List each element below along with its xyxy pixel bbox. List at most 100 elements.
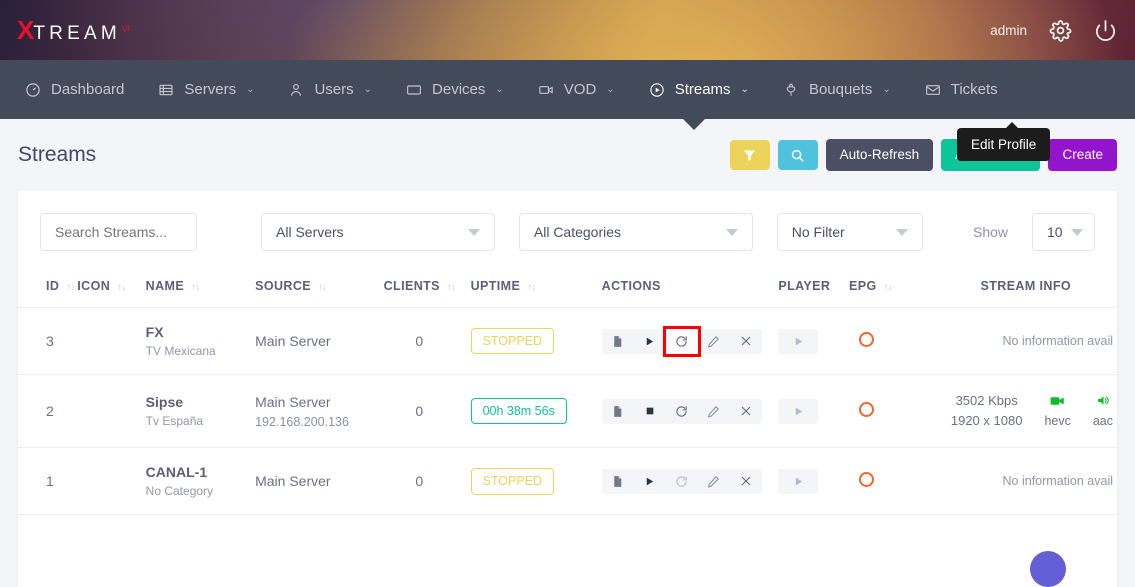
search-button[interactable] [778,140,818,170]
play-icon[interactable] [634,469,666,494]
admin-username-label[interactable]: admin [990,23,1027,38]
nav-label-users: Users [314,81,353,98]
th-label-clients: CLIENTS [384,279,440,293]
nav-item-users[interactable]: Users ⌄ [271,60,389,119]
stop-icon[interactable] [634,399,666,424]
file-icon[interactable] [602,399,634,424]
nav-item-bouquets[interactable]: Bouquets ⌄ [766,60,908,119]
scroll-top-fab[interactable] [1030,551,1066,587]
nav-label-vod: VOD [564,81,597,98]
source-ip: 192.168.200.136 [255,415,368,429]
filter-clear-button[interactable] [730,140,770,170]
cell-actions [602,375,779,448]
play-icon[interactable] [778,399,818,424]
cell-stream-info: 3502 Kbps1920 x 1080hevcaac [935,375,1117,448]
status-filter-select[interactable]: No Filter [777,213,923,251]
epg-status-circle-icon[interactable] [859,472,874,487]
file-icon[interactable] [602,329,634,354]
categories-select[interactable]: All Categories [519,213,753,251]
restart-icon[interactable] [666,329,698,354]
th-actions: ACTIONS [602,271,779,308]
play-icon[interactable] [778,329,818,354]
sort-toggle-icon[interactable]: ↑↓ [318,282,326,293]
table-row: 3FXTV MexicanaMain Server0STOPPEDNo info… [18,308,1117,375]
status-filter-value: No Filter [792,224,845,240]
nav-item-servers[interactable]: Servers ⌄ [141,60,271,119]
player-button-group [778,469,818,494]
stream-category: Tv España [146,414,255,428]
stream-name: CANAL-1 [146,464,255,480]
top-header-bar: X TREAM UI admin [0,0,1135,60]
player-button-group [778,399,818,424]
nav-item-streams[interactable]: Streams ⌄ [632,60,766,119]
header-right-controls: admin [990,19,1117,42]
servers-select[interactable]: All Servers [261,213,495,251]
th-label-stream-info: STREAM INFO [981,279,1072,293]
nav-item-vod[interactable]: VOD ⌄ [521,60,632,119]
source-server: Main Server [255,473,368,489]
epg-status-circle-icon[interactable] [859,402,874,417]
cell-clients: 0 [368,308,471,375]
file-icon[interactable] [602,469,634,494]
streams-table: ID↑↓ ICON↑↓ NAME↑↓ SOURCE↑↓ CLIENTS↑↓ UP… [18,271,1117,515]
nav-label-tickets: Tickets [951,81,998,98]
status-badge: STOPPED [471,328,555,355]
bouquets-icon [783,82,800,98]
search-input[interactable] [40,213,197,251]
source-server: Main Server [255,394,368,410]
th-player: PLAYER [778,271,849,308]
cell-uptime: STOPPED [471,448,602,515]
page-title: Streams [18,143,96,167]
action-button-group [602,329,762,354]
th-uptime: UPTIME↑↓ [471,271,602,308]
sort-toggle-icon[interactable]: ↑↓ [527,282,535,293]
chevron-down-icon: ⌄ [495,84,503,95]
play-icon[interactable] [634,329,666,354]
audio-codec-block: aac [1093,394,1113,428]
edit-pencil-icon[interactable] [698,329,730,354]
restart-icon[interactable] [666,399,698,424]
nav-item-tickets[interactable]: Tickets [908,60,1015,119]
gear-icon[interactable] [1049,19,1072,42]
chevron-down-icon: ⌄ [246,84,254,95]
nav-label-dashboard: Dashboard [51,81,124,98]
cell-stream-info: No information avail [935,308,1117,375]
nav-item-dashboard[interactable]: Dashboard [8,60,141,119]
cell-uptime: 00h 38m 56s [471,375,602,448]
sort-toggle-icon[interactable]: ↑↓ [191,282,199,293]
th-label-id: ID [46,279,59,293]
cell-icon [77,448,145,515]
cell-epg [849,308,935,375]
action-button-group [602,469,762,494]
play-icon[interactable] [778,469,818,494]
sort-toggle-icon[interactable]: ↑↓ [66,282,74,293]
sort-toggle-icon[interactable]: ↑↓ [884,282,892,293]
cell-clients: 0 [368,375,471,448]
chevron-down-icon: ⌄ [741,84,749,95]
restart-icon[interactable] [666,469,698,494]
nav-item-devices[interactable]: Devices ⌄ [389,60,521,119]
create-button[interactable]: Create [1048,139,1117,171]
edit-pencil-icon[interactable] [698,399,730,424]
power-icon[interactable] [1094,19,1117,42]
resolution-value: 1920 x 1080 [951,411,1023,431]
edit-pencil-icon[interactable] [698,469,730,494]
close-x-icon[interactable] [730,399,762,424]
close-x-icon[interactable] [730,469,762,494]
th-label-icon: ICON [77,279,110,293]
logo-x-mark: X [17,17,33,43]
nav-label-bouquets: Bouquets [809,81,872,98]
cell-stream-info: No information avail [935,448,1117,515]
sort-toggle-icon[interactable]: ↑↓ [117,282,125,293]
th-label-player: PLAYER [778,279,830,293]
stream-info-details: 3502 Kbps1920 x 1080hevcaac [935,391,1117,431]
devices-icon [406,82,423,98]
table-header: ID↑↓ ICON↑↓ NAME↑↓ SOURCE↑↓ CLIENTS↑↓ UP… [18,271,1117,308]
sort-toggle-icon[interactable]: ↑↓ [447,282,455,293]
close-x-icon[interactable] [730,329,762,354]
epg-status-circle-icon[interactable] [859,332,874,347]
auto-refresh-button[interactable]: Auto-Refresh [826,139,934,171]
xtream-logo[interactable]: X TREAM UI [17,17,130,43]
page-size-select[interactable]: 10 [1032,213,1095,251]
chevron-down-icon: ⌄ [364,84,372,95]
